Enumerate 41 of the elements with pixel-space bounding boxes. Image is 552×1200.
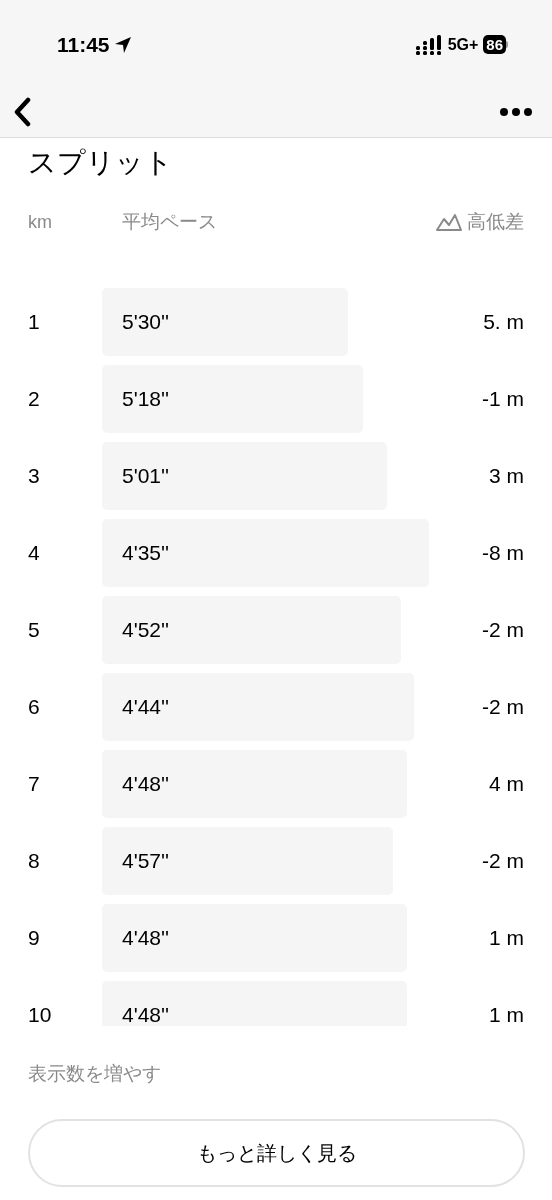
elevation-value: -2 m xyxy=(481,617,524,644)
elevation-value: 5. m xyxy=(482,309,524,336)
elevation-value: 1 m xyxy=(488,925,524,952)
status-time: 11:45 xyxy=(57,31,110,58)
mountain-icon xyxy=(436,213,462,231)
pace-bar: 4'48'' xyxy=(102,750,407,818)
column-header: 平均ペース xyxy=(122,209,218,234)
pace-bar: 4'57'' xyxy=(102,827,393,895)
pace-bar: 4'52'' xyxy=(102,596,401,664)
km-number: 9 xyxy=(28,925,41,952)
km-number: 10 xyxy=(28,1002,53,1026)
pace-bar: 5'18'' xyxy=(102,365,363,433)
elevation-value: -1 m xyxy=(481,386,524,413)
elevation-value: 3 m xyxy=(488,463,524,490)
signal-icon xyxy=(415,34,443,55)
column-header: 高低差 xyxy=(467,209,524,234)
km-number: 7 xyxy=(28,771,41,798)
show-more-link[interactable]: 表示数を増やす xyxy=(28,1060,161,1089)
network-label: 5G+ xyxy=(447,34,479,55)
elevation-value: 1 m xyxy=(488,1002,524,1026)
km-number: 4 xyxy=(28,540,41,567)
pace-bar: 4'48'' xyxy=(102,981,407,1026)
elevation-value: 4 m xyxy=(488,771,524,798)
pace-bar: 4'44'' xyxy=(102,673,414,741)
battery-icon: 86 xyxy=(483,35,508,55)
details-button[interactable]: もっと詳しく見る xyxy=(28,1118,525,1187)
column-header: km xyxy=(28,210,53,234)
elevation-value: -2 m xyxy=(481,694,524,721)
pace-bar: 4'35'' xyxy=(102,519,429,587)
km-number: 5 xyxy=(28,617,41,644)
km-number: 3 xyxy=(28,463,41,490)
km-number: 6 xyxy=(28,694,41,721)
pace-bar: 5'30'' xyxy=(102,288,348,356)
elevation-value: -8 m xyxy=(481,540,524,567)
elevation-value: -2 m xyxy=(481,848,524,875)
km-number: 2 xyxy=(28,386,41,413)
km-number: 8 xyxy=(28,848,41,875)
pace-bar: 5'01'' xyxy=(102,442,387,510)
pace-bar: 4'48'' xyxy=(102,904,407,972)
km-number: 1 xyxy=(28,309,41,336)
section-title: スプリット xyxy=(28,146,173,180)
